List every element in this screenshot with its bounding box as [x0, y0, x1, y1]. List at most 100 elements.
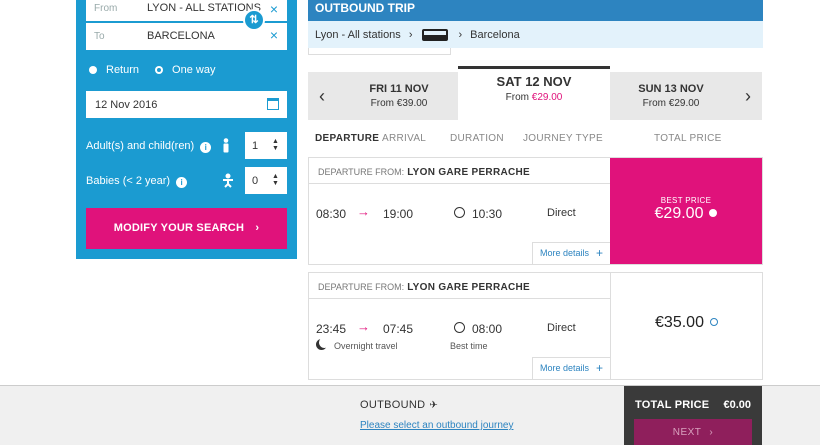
- total-value: €0.00: [723, 399, 751, 411]
- date-value: 12 Nov 2016: [95, 99, 158, 111]
- clock-icon: [454, 207, 465, 218]
- radio-return-label[interactable]: Return: [106, 64, 139, 76]
- date-tab-prev[interactable]: FRI 11 NOV From €39.00: [340, 72, 458, 120]
- divider: [309, 298, 611, 299]
- plane-icon: ✈: [429, 400, 439, 411]
- info-icon[interactable]: i: [200, 142, 212, 153]
- footer-bar: OUTBOUND ✈ Please select an outbound jour…: [0, 385, 820, 445]
- date-tab-current[interactable]: SAT 12 NOV From €29.00: [458, 66, 610, 120]
- clear-from-icon[interactable]: ×: [270, 1, 278, 17]
- price: €29.00: [654, 205, 704, 222]
- date-tab-price: €29.00: [668, 98, 700, 109]
- adults-label: Adult(s) and child(ren) i: [86, 140, 212, 153]
- plus-icon: +: [595, 361, 603, 375]
- depart-time: 08:30: [316, 207, 347, 221]
- babies-value: 0: [252, 175, 259, 187]
- total-price-box: TOTAL PRICE €0.00 NEXT ›: [624, 386, 762, 445]
- select-outbound-link[interactable]: Please select an outbound journey: [360, 420, 513, 431]
- more-details-button[interactable]: More details +: [532, 357, 611, 379]
- adults-value: 1: [252, 140, 259, 152]
- baby-icon: [221, 173, 235, 191]
- departure-station: LYON GARE PERRACHE: [407, 282, 531, 293]
- date-tab-price: €39.00: [396, 98, 428, 109]
- price: €35.00: [655, 314, 704, 331]
- route-breadcrumb: Lyon - All stations › › Barcelona: [308, 21, 763, 48]
- date-tab-next[interactable]: SUN 13 NOV From €29.00: [612, 72, 730, 120]
- radio-one-way-label[interactable]: One way: [172, 64, 215, 76]
- select-radio[interactable]: [709, 318, 718, 326]
- col-journey-type[interactable]: JOURNEY TYPE: [523, 133, 603, 144]
- plus-icon: +: [595, 246, 603, 260]
- calendar-icon[interactable]: [267, 98, 279, 110]
- babies-label: Babies (< 2 year) i: [86, 175, 188, 188]
- date-field[interactable]: 12 Nov 2016: [86, 91, 287, 118]
- divider: [309, 183, 611, 184]
- departure-from: DEPARTURE FROM: LYON GARE PERRACHE: [318, 282, 531, 293]
- swap-icon[interactable]: ⇅: [243, 9, 265, 31]
- price-cell[interactable]: €35.00: [610, 273, 762, 379]
- next-button[interactable]: NEXT ›: [634, 419, 752, 445]
- col-total-price[interactable]: TOTAL PRICE: [654, 133, 722, 144]
- outbound-label: OUTBOUND ✈: [360, 399, 439, 411]
- column-headers: DEPARTURE ARRIVAL DURATION JOURNEY TYPE …: [308, 123, 762, 153]
- chevron-right-icon: ›: [458, 28, 463, 41]
- chevron-right-icon: ›: [709, 427, 714, 438]
- price-cell-best[interactable]: BEST PRICE €29.00: [610, 158, 762, 264]
- journey-type: Direct: [547, 322, 576, 334]
- bus-icon: [422, 28, 449, 41]
- departure-from: DEPARTURE FROM: LYON GARE PERRACHE: [318, 167, 531, 178]
- duration: 08:00: [472, 322, 503, 336]
- radio-one-way[interactable]: [155, 66, 164, 74]
- arrive-time: 07:45: [383, 322, 414, 336]
- col-departure[interactable]: DEPARTURE: [315, 133, 379, 144]
- chevron-right-icon: ›: [255, 222, 260, 234]
- arrive-time: 19:00: [383, 207, 414, 221]
- total-label: TOTAL PRICE: [635, 399, 710, 411]
- col-duration[interactable]: DURATION: [450, 133, 504, 144]
- search-panel: From LYON - ALL STATIONS × To BARCELONA …: [76, 0, 297, 259]
- stepper-arrows-icon[interactable]: ▲▼: [272, 138, 279, 152]
- duration: 10:30: [472, 207, 503, 221]
- route-to: Barcelona: [470, 28, 520, 41]
- prev-day-arrow-icon[interactable]: ‹: [319, 86, 325, 107]
- route-tab-decoration: [308, 48, 451, 55]
- chevron-right-icon: ›: [408, 28, 413, 41]
- overnight-label: Overnight travel: [334, 341, 398, 351]
- trip-type-group: Return One way: [89, 64, 231, 76]
- more-details-button[interactable]: More details +: [532, 242, 611, 264]
- date-tab-day: SUN 13 NOV: [638, 83, 704, 95]
- best-price-badge: BEST PRICE: [660, 196, 712, 205]
- from-label: From: [94, 3, 118, 14]
- route-from: Lyon - All stations: [315, 28, 401, 41]
- journey-row[interactable]: DEPARTURE FROM: LYON GARE PERRACHE 08:30 …: [308, 157, 763, 265]
- adults-stepper[interactable]: 1 ▲▼: [245, 132, 287, 159]
- date-tab-day: FRI 11 NOV: [369, 83, 429, 95]
- departure-station: LYON GARE PERRACHE: [407, 167, 531, 178]
- babies-stepper[interactable]: 0 ▲▼: [245, 167, 287, 194]
- date-navigation: ‹ FRI 11 NOV From €39.00 SAT 12 NOV From…: [308, 66, 762, 120]
- next-day-arrow-icon[interactable]: ›: [745, 86, 751, 107]
- best-time-label: Best time: [450, 341, 488, 351]
- info-icon[interactable]: i: [176, 177, 188, 188]
- radio-return[interactable]: [89, 66, 97, 74]
- clock-icon: [454, 322, 465, 333]
- to-value: BARCELONA: [147, 30, 215, 42]
- to-label: To: [94, 31, 105, 42]
- modify-search-button[interactable]: MODIFY YOUR SEARCH ›: [86, 208, 287, 249]
- moon-icon: [316, 339, 327, 350]
- stepper-arrows-icon[interactable]: ▲▼: [272, 173, 279, 187]
- adults-row: Adult(s) and child(ren) i 1 ▲▼: [86, 132, 287, 159]
- arrow-right-icon: →: [357, 319, 370, 334]
- adult-person-icon: [221, 138, 231, 156]
- arrow-right-icon: →: [357, 204, 370, 219]
- date-tab-day: SAT 12 NOV: [496, 74, 572, 89]
- babies-row: Babies (< 2 year) i 0 ▲▼: [86, 167, 287, 194]
- depart-time: 23:45: [316, 322, 347, 336]
- col-arrival[interactable]: ARRIVAL: [382, 133, 426, 144]
- journey-row[interactable]: DEPARTURE FROM: LYON GARE PERRACHE 23:45 …: [308, 272, 763, 380]
- journey-type: Direct: [547, 207, 576, 219]
- clear-to-icon[interactable]: ×: [270, 27, 278, 43]
- select-radio[interactable]: [709, 209, 718, 217]
- date-tab-price: €29.00: [531, 92, 563, 103]
- outbound-title: OUTBOUND TRIP: [308, 0, 763, 21]
